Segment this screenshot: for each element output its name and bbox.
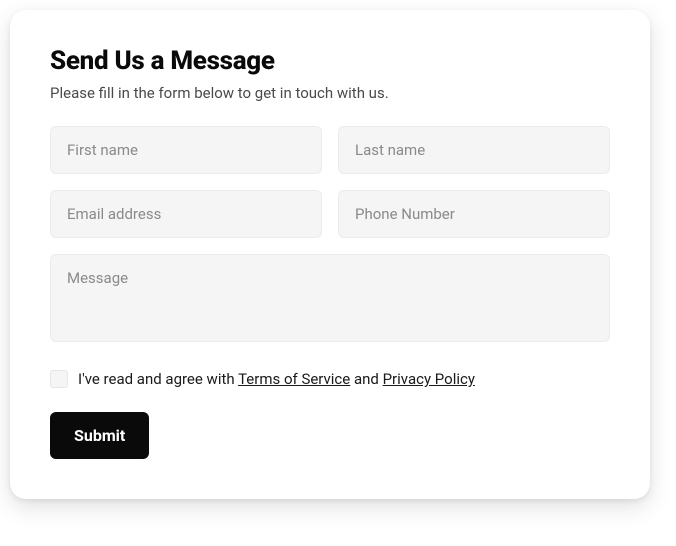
message-textarea[interactable] — [50, 254, 610, 342]
agreement-prefix: I've read and agree with — [78, 370, 238, 388]
first-name-input[interactable] — [50, 126, 322, 174]
submit-button[interactable]: Submit — [50, 412, 149, 459]
agreement-middle: and — [350, 370, 382, 388]
last-name-input[interactable] — [338, 126, 610, 174]
agreement-text: I've read and agree with Terms of Servic… — [78, 370, 475, 388]
contact-form-card: Send Us a Message Please fill in the for… — [10, 10, 650, 499]
email-input[interactable] — [50, 190, 322, 238]
form-subtitle: Please fill in the form below to get in … — [50, 84, 610, 102]
form-title: Send Us a Message — [50, 46, 610, 76]
phone-input[interactable] — [338, 190, 610, 238]
name-row — [50, 126, 610, 174]
agreement-row: I've read and agree with Terms of Servic… — [50, 370, 610, 388]
terms-of-service-link[interactable]: Terms of Service — [238, 370, 350, 388]
agreement-checkbox[interactable] — [50, 370, 68, 388]
privacy-policy-link[interactable]: Privacy Policy — [383, 370, 475, 388]
contact-row — [50, 190, 610, 238]
